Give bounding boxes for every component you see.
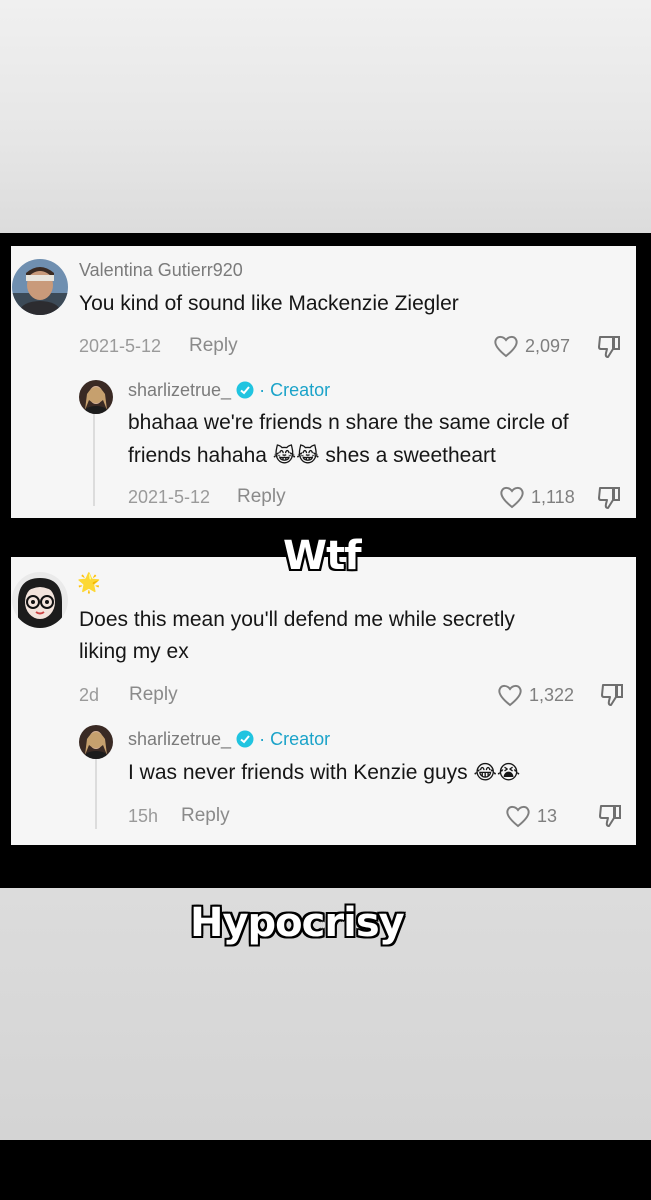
like-count: 2,097 [525, 335, 571, 356]
heart-icon [494, 335, 518, 358]
reply-dislike-button[interactable] [596, 485, 622, 516]
reply-emojis: 😹😹 [272, 443, 320, 467]
bottom-black-bar [0, 1140, 651, 1200]
comment-2-dislike-button[interactable] [599, 682, 625, 713]
dislike-button[interactable] [596, 334, 622, 365]
reply-text-line-2-pre: friends hahaha [128, 444, 267, 467]
reply-2-emojis: 😂😭 [473, 760, 521, 784]
reply-2-text-body: I was never friends with Kenzie guys [128, 761, 468, 784]
reply-2-dislike-button[interactable] [597, 803, 623, 834]
reply-date: 2021-5-12 [128, 487, 211, 507]
comment-username[interactable]: Valentina Gutierr920 [79, 260, 243, 281]
heart-icon [506, 805, 530, 828]
reply-2-username-text[interactable]: sharlizetrue_ [128, 729, 231, 749]
caption-wtf: Wtf [283, 533, 362, 579]
reply-2-like-button[interactable]: 13 [505, 804, 557, 828]
reply-text-line-2-post: shes a sweetheart [325, 444, 496, 467]
reply-2-username[interactable]: sharlizetrue_ · Creator [128, 729, 330, 750]
like-button[interactable]: 2,097 [493, 334, 570, 358]
reply-button[interactable]: Reply [189, 335, 238, 357]
reply-text-line-2: friends hahaha 😹😹 shes a sweetheart [128, 439, 496, 472]
reply-2-like-count: 13 [537, 805, 558, 826]
creator-label: · Creator [259, 380, 331, 400]
comment-2-reply-button[interactable]: Reply [129, 684, 178, 706]
comment-card-1: Valentina Gutierr920 You kind of sound l… [11, 246, 636, 518]
comment-card-2: 🌟 Does this mean you'll defend me while … [11, 557, 636, 845]
thumbs-down-icon [599, 805, 621, 827]
reply-2-reply-button[interactable]: Reply [181, 805, 230, 827]
comment-2-like-count: 1,322 [529, 684, 575, 705]
caption-hypocrisy: Hypocrisy [190, 900, 405, 946]
comment-2-text-line-2: liking my ex [79, 640, 189, 663]
reply-2-date: 15h [128, 806, 159, 826]
reply-username-text[interactable]: sharlizetrue_ [128, 380, 231, 400]
reply-2-text: I was never friends with Kenzie guys 😂😭 [128, 756, 520, 789]
comment-2-like-button[interactable]: 1,322 [497, 683, 574, 707]
avatar-commenter-2[interactable] [12, 572, 68, 628]
reply-reply-button[interactable]: Reply [237, 486, 286, 508]
avatar-sharlize-2[interactable] [79, 725, 113, 759]
reply-like-count: 1,118 [531, 486, 575, 507]
verified-badge-icon [236, 730, 254, 748]
comment-2-date: 2d [79, 685, 100, 705]
verified-badge-icon [236, 381, 254, 399]
creator-label-2: · Creator [259, 729, 331, 749]
heart-icon [498, 684, 522, 707]
thumbs-down-icon [601, 684, 623, 706]
thumbs-down-icon [598, 487, 620, 509]
heart-icon [500, 486, 524, 509]
thumbs-down-icon [598, 336, 620, 358]
comment-2-text-line-1: Does this mean you'll defend me while se… [79, 608, 515, 631]
top-background [0, 0, 651, 233]
reply-like-button[interactable]: 1,118 [499, 485, 575, 509]
avatar-valentina[interactable] [12, 259, 68, 315]
comment-date: 2021-5-12 [79, 336, 162, 356]
reply-username[interactable]: sharlizetrue_ · Creator [128, 380, 330, 401]
avatar-sharlize[interactable] [79, 380, 113, 414]
commenter-badge-emoji: 🌟 [77, 572, 101, 594]
reply-text-line-1: bhahaa we're friends n share the same ci… [128, 411, 569, 434]
comment-text: You kind of sound like Mackenzie Ziegler [79, 292, 459, 315]
